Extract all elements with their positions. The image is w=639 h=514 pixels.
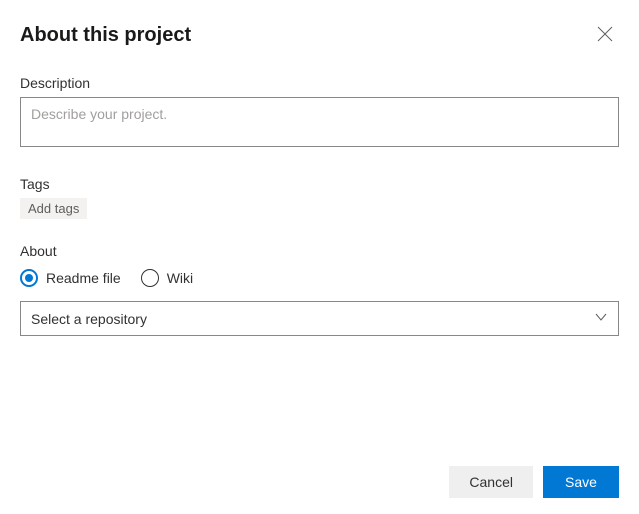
description-label: Description	[20, 75, 619, 91]
close-icon	[597, 26, 613, 45]
radio-unselected-icon	[141, 269, 159, 287]
add-tags-button[interactable]: Add tags	[20, 198, 87, 219]
repository-select-text: Select a repository	[31, 311, 147, 327]
about-label: About	[20, 243, 619, 259]
radio-selected-icon	[20, 269, 38, 287]
tags-label: Tags	[20, 176, 619, 192]
repository-select[interactable]: Select a repository	[20, 301, 619, 336]
radio-wiki-label: Wiki	[167, 270, 193, 286]
description-input[interactable]	[20, 97, 619, 147]
chevron-down-icon	[594, 310, 608, 327]
dialog-title: About this project	[20, 24, 191, 47]
cancel-button[interactable]: Cancel	[449, 466, 533, 498]
radio-readme-label: Readme file	[46, 270, 121, 286]
radio-readme[interactable]: Readme file	[20, 269, 121, 287]
save-button[interactable]: Save	[543, 466, 619, 498]
close-button[interactable]	[591, 20, 619, 51]
radio-wiki[interactable]: Wiki	[141, 269, 193, 287]
